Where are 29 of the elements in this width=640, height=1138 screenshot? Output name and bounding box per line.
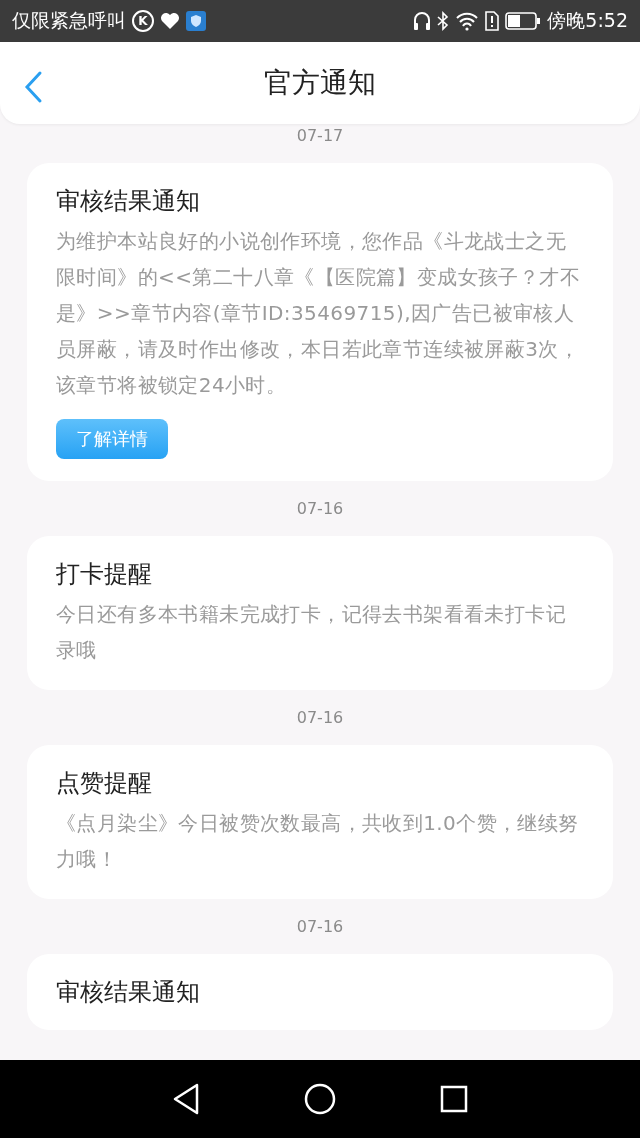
notification-card[interactable]: 审核结果通知 — [27, 954, 613, 1030]
page-title: 官方通知 — [264, 65, 376, 101]
back-icon[interactable] — [172, 1083, 200, 1115]
notification-card[interactable]: 打卡提醒 今日还有多本书籍未完成打卡，记得去书架看看未打卡记录哦 — [27, 536, 613, 690]
notification-title: 审核结果通知 — [56, 977, 200, 1008]
battery-icon — [505, 12, 542, 30]
status-badge: K — [132, 10, 154, 32]
notification-card[interactable]: 点赞提醒 《点月染尘》今日被赞次数最高，共收到1.0个赞，继续努力哦！ — [27, 745, 613, 899]
bluetooth-icon — [437, 11, 450, 31]
date-label: 07-16 — [296, 917, 344, 936]
recents-icon[interactable] — [440, 1085, 468, 1113]
clock-text: 傍晚5:52 — [547, 8, 628, 33]
notification-body: 《点月染尘》今日被赞次数最高，共收到1.0个赞，继续努力哦！ — [56, 810, 580, 873]
heart-icon — [160, 12, 180, 30]
notification-title: 打卡提醒 — [56, 559, 152, 590]
shield-icon — [186, 11, 206, 31]
home-icon[interactable] — [304, 1083, 336, 1115]
notification-card[interactable]: 审核结果通知 为维护本站良好的小说创作环境，您作品《斗龙战士之无限时间》的<<第二十八章《【医院篇】变成女孩子？才不是》>>章节内容(章节ID:35469715),因广告已被审核人员屏蔽，请及时作出修改，本日若此章节连续被屏蔽3次，该章节将被锁定24小时。 了解详情 — [27, 163, 613, 481]
notification-body: 今日还有多本书籍未完成打卡，记得去书架看看未打卡记录哦 — [56, 601, 567, 664]
date-label: 07-17 — [296, 126, 344, 145]
notification-title: 审核结果通知 — [56, 186, 200, 217]
date-label: 07-16 — [296, 708, 344, 727]
headphones-icon — [413, 11, 432, 31]
wifi-icon — [455, 11, 480, 31]
sim-alert-icon — [485, 11, 500, 31]
notification-title: 点赞提醒 — [56, 768, 152, 799]
notification-body: 为维护本站良好的小说创作环境，您作品《斗龙战士之无限时间》的<<第二十八章《【医院篇】变成女孩子？才不是》>>章节内容(章节ID:35469715),因广告已被审核人员屏蔽，请及时作出修改，本日若此章节连续被屏蔽3次，该章节将被锁定24小时。 — [56, 228, 581, 399]
date-label: 07-16 — [296, 499, 344, 518]
carrier-text: 仅限紧急呼叫 — [12, 8, 126, 33]
